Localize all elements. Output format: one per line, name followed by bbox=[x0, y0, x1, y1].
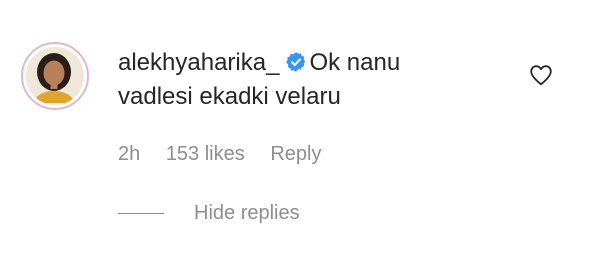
comment-text: alekhyaharika_ Ok nanu vadlesi ekadki vel… bbox=[118, 46, 478, 114]
reply-button[interactable]: Reply bbox=[270, 143, 321, 165]
hide-replies-label: Hide replies bbox=[194, 202, 300, 224]
avatar-photo bbox=[26, 47, 84, 105]
replies-divider bbox=[118, 213, 164, 215]
avatar[interactable] bbox=[21, 42, 89, 110]
verified-badge-icon bbox=[286, 52, 306, 72]
comment-time: 2h bbox=[118, 143, 141, 165]
username[interactable]: alekhyaharika_ bbox=[118, 49, 279, 76]
like-count[interactable]: 153 likes bbox=[166, 143, 245, 165]
hide-replies-button[interactable]: Hide replies bbox=[118, 199, 300, 227]
comment: alekhyaharika_ Ok nanu vadlesi ekadki vel… bbox=[0, 0, 600, 258]
heart-outline-icon[interactable] bbox=[529, 64, 553, 86]
comment-meta: 2h 153 likes Reply bbox=[118, 140, 341, 168]
